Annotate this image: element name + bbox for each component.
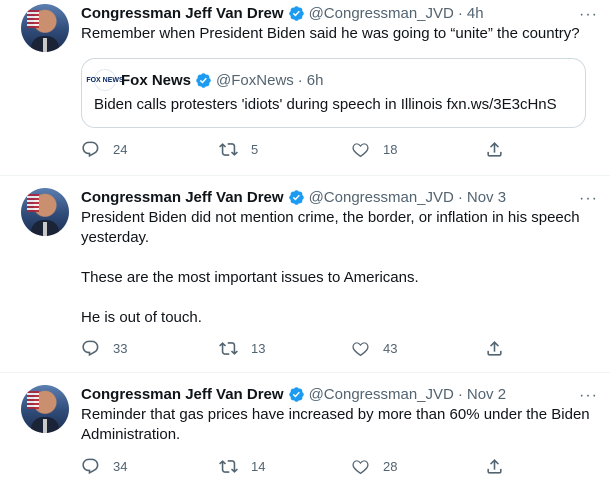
reply-button[interactable]: 33 bbox=[81, 339, 127, 358]
heart-icon bbox=[351, 457, 370, 476]
heart-icon bbox=[351, 339, 370, 358]
retweet-count: 5 bbox=[251, 142, 259, 157]
share-icon bbox=[485, 457, 504, 476]
author-handle[interactable]: @Congressman_JVD bbox=[309, 5, 454, 22]
separator-dot: · bbox=[457, 4, 463, 22]
retweet-count: 13 bbox=[251, 341, 266, 356]
tweet-actions: 24 5 18 bbox=[81, 140, 501, 160]
reply-button[interactable]: 34 bbox=[81, 457, 127, 476]
tweet-text: Reminder that gas prices have increased … bbox=[81, 406, 593, 443]
tweet-actions: 34 14 28 bbox=[81, 457, 501, 477]
avatar[interactable] bbox=[21, 385, 69, 433]
tweet-timestamp[interactable]: 4h bbox=[467, 5, 484, 22]
tweet-feed: · · · Congressman Jeff Van Drew @Congressm… bbox=[0, 0, 610, 497]
tweet-text: Remember when President Biden said he wa… bbox=[81, 25, 580, 42]
quoted-tweet-header: FOX NEWS Fox News @FoxNews · 6h bbox=[86, 69, 573, 91]
share-icon bbox=[485, 140, 504, 159]
reply-icon bbox=[81, 140, 100, 159]
share-button[interactable] bbox=[485, 339, 517, 358]
retweet-button[interactable]: 14 bbox=[219, 457, 265, 476]
reply-icon bbox=[81, 457, 100, 476]
author-name[interactable]: Congressman Jeff Van Drew bbox=[81, 189, 284, 206]
like-count: 18 bbox=[383, 142, 398, 157]
quoted-tweet[interactable]: FOX NEWS Fox News @FoxNews · 6h Biden ca… bbox=[81, 58, 586, 128]
verified-badge-icon bbox=[288, 5, 305, 22]
tweet-header: Congressman Jeff Van Drew @Congressman_J… bbox=[81, 2, 598, 24]
tweet[interactable]: ··· Congressman Jeff Van Drew @Congressm… bbox=[0, 176, 610, 373]
share-button[interactable] bbox=[485, 457, 517, 476]
tweet[interactable]: ··· Congressman Jeff Van Drew @Congressm… bbox=[0, 0, 610, 176]
verified-badge-icon bbox=[288, 386, 305, 403]
retweet-button[interactable]: 5 bbox=[219, 140, 258, 159]
tweet-timestamp[interactable]: Nov 3 bbox=[467, 189, 506, 206]
like-count: 43 bbox=[383, 341, 398, 356]
author-name[interactable]: Congressman Jeff Van Drew bbox=[81, 5, 284, 22]
retweet-count: 14 bbox=[251, 459, 266, 474]
retweet-icon bbox=[219, 457, 238, 476]
quoted-author-name: Fox News bbox=[121, 71, 192, 89]
author-name[interactable]: Congressman Jeff Van Drew bbox=[81, 386, 284, 403]
reply-count: 34 bbox=[113, 459, 128, 474]
like-count: 28 bbox=[383, 459, 398, 474]
tweet-text: President Biden did not mention crime, t… bbox=[81, 209, 580, 326]
reply-count: 24 bbox=[113, 142, 128, 157]
like-button[interactable]: 18 bbox=[351, 140, 397, 159]
tweet-header: Congressman Jeff Van Drew @Congressman_J… bbox=[81, 383, 598, 405]
quoted-tweet-text: Biden calls protesters 'idiots' during s… bbox=[94, 96, 557, 113]
retweet-button[interactable]: 13 bbox=[219, 339, 265, 358]
separator-dot: · bbox=[297, 71, 303, 89]
author-handle[interactable]: @Congressman_JVD bbox=[309, 189, 454, 206]
quoted-author-handle: @FoxNews bbox=[216, 71, 294, 89]
separator-dot: · bbox=[457, 188, 463, 206]
reply-count: 33 bbox=[113, 341, 128, 356]
quoted-tweet-timestamp: 6h bbox=[306, 71, 324, 89]
tweet-actions: 33 13 43 bbox=[81, 339, 501, 359]
tweet-timestamp[interactable]: Nov 2 bbox=[467, 386, 506, 403]
separator-dot: · bbox=[457, 385, 463, 403]
share-button[interactable] bbox=[485, 140, 517, 159]
reply-icon bbox=[81, 339, 100, 358]
avatar[interactable] bbox=[21, 188, 69, 236]
verified-badge-icon bbox=[195, 72, 212, 89]
heart-icon bbox=[351, 140, 370, 159]
like-button[interactable]: 28 bbox=[351, 457, 397, 476]
retweet-icon bbox=[219, 140, 238, 159]
author-handle[interactable]: @Congressman_JVD bbox=[309, 386, 454, 403]
reply-button[interactable]: 24 bbox=[81, 140, 127, 159]
tweet-header: Congressman Jeff Van Drew @Congressman_J… bbox=[81, 186, 598, 208]
fox-news-logo: FOX NEWS bbox=[86, 69, 124, 91]
tweet[interactable]: ··· Congressman Jeff Van Drew @Congressm… bbox=[0, 373, 610, 497]
verified-badge-icon bbox=[288, 189, 305, 206]
like-button[interactable]: 43 bbox=[351, 339, 397, 358]
avatar[interactable] bbox=[21, 4, 69, 52]
share-icon bbox=[485, 339, 504, 358]
retweet-icon bbox=[219, 339, 238, 358]
